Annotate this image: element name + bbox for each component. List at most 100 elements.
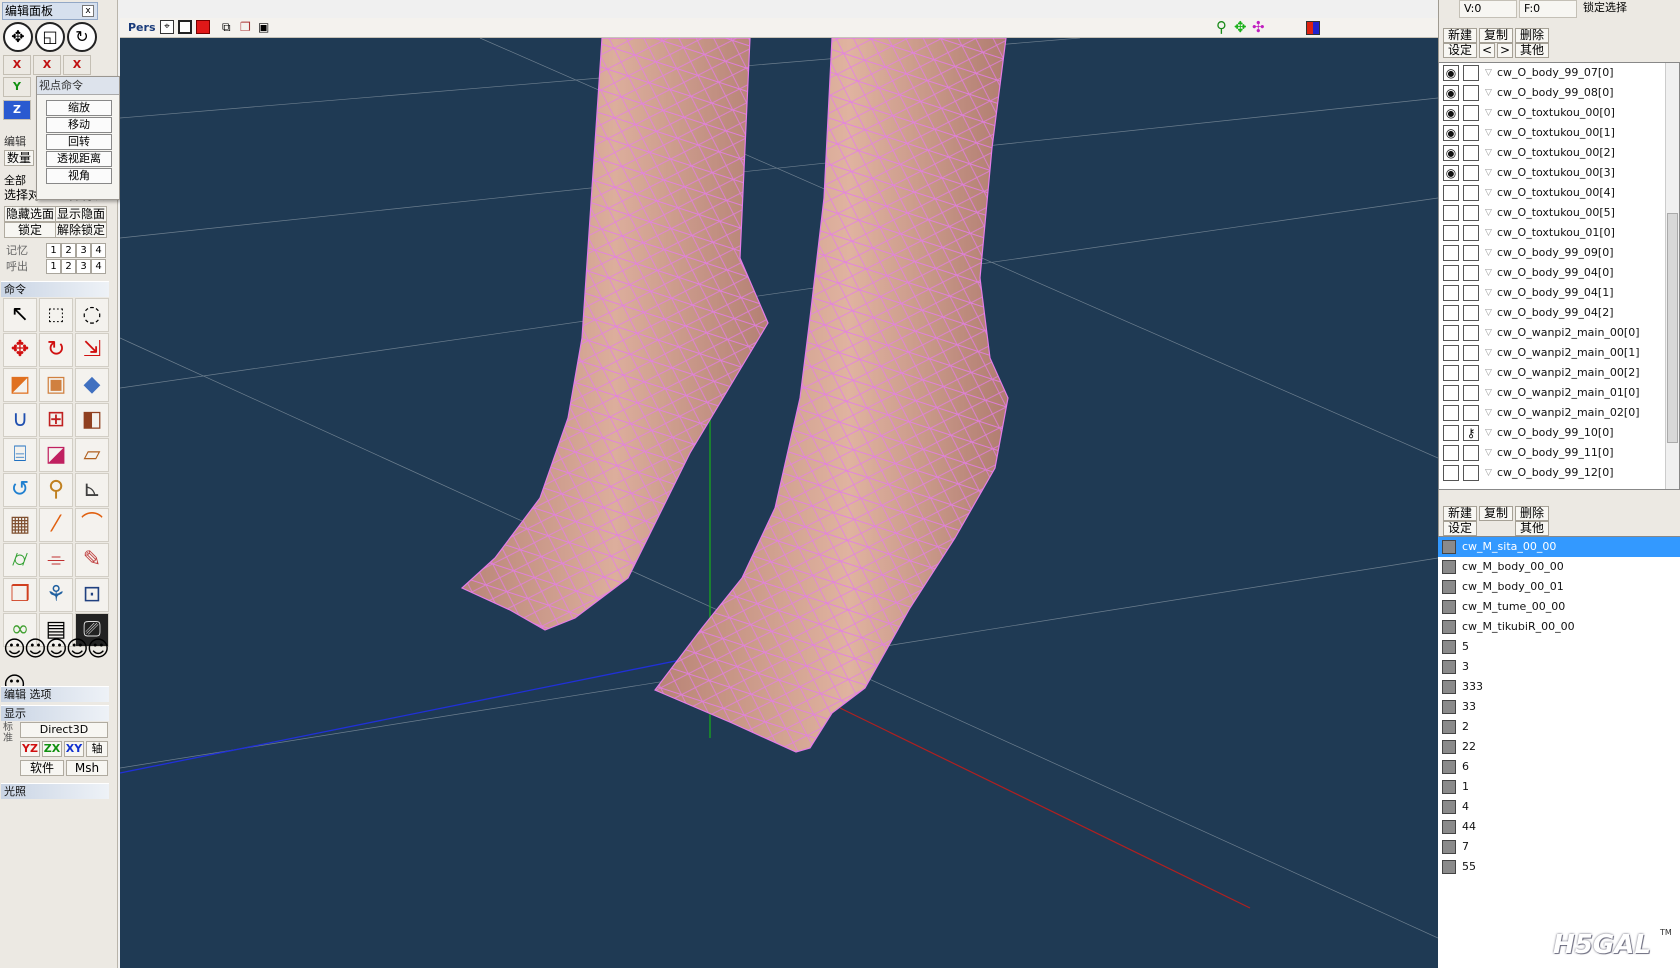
object-row[interactable]: ◉ ▽ cw_O_toxtukou_00[3] [1439, 163, 1679, 183]
object-row[interactable]: ◉ ▽ cw_O_body_99_08[0] [1439, 83, 1679, 103]
collapse-icon[interactable]: ▽ [1485, 223, 1492, 243]
collapse-icon[interactable]: ▽ [1485, 83, 1492, 103]
material-row[interactable]: 5 [1438, 637, 1680, 657]
visibility-checkbox[interactable] [1443, 245, 1459, 261]
object-row[interactable]: ▽ cw_O_body_99_04[2] [1439, 303, 1679, 323]
object-row[interactable]: ▽ cw_O_toxtukou_01[0] [1439, 223, 1679, 243]
face-tool-icon[interactable]: ◆ [75, 368, 109, 402]
object-row[interactable]: ▽ cw_O_wanpi2_main_02[0] [1439, 403, 1679, 423]
copy-view-icon[interactable]: ⧉ [222, 20, 236, 34]
material-row[interactable]: 55 [1438, 857, 1680, 877]
material-swatch[interactable] [1442, 580, 1456, 594]
object-prev-button[interactable]: < [1479, 43, 1495, 58]
recall-slot-1[interactable]: 1 [46, 259, 61, 274]
collapse-icon[interactable]: ▽ [1485, 283, 1492, 303]
material-row[interactable]: 44 [1438, 817, 1680, 837]
material-row[interactable]: cw_M_body_00_01 [1438, 577, 1680, 597]
object-row[interactable]: ◉ ▽ cw_O_body_99_07[0] [1439, 63, 1679, 83]
rotate-view-icon[interactable]: ↻ [67, 22, 97, 52]
material-row[interactable]: cw_M_tume_00_00 [1438, 597, 1680, 617]
material-swatch[interactable] [1442, 720, 1456, 734]
axis-z-lock[interactable]: Z [3, 100, 31, 120]
object-row[interactable]: ▽ cw_O_wanpi2_main_01[0] [1439, 383, 1679, 403]
object-list-scrollbar[interactable] [1665, 63, 1679, 489]
object-row[interactable]: ⚷ ▽ cw_O_body_99_10[0] [1439, 423, 1679, 443]
object-row[interactable]: ◉ ▽ cw_O_toxtukou_00[1] [1439, 123, 1679, 143]
lock-checkbox[interactable] [1463, 105, 1479, 121]
paint-tool-icon[interactable]: ✎ [75, 543, 109, 577]
move-view-button[interactable]: 移动 [46, 117, 112, 133]
lock-button[interactable]: 锁定 [4, 222, 56, 238]
axis-x-lock-1[interactable]: X [3, 55, 31, 75]
bucket-tool-icon[interactable]: ⌸ [3, 438, 37, 472]
plane-zx-button[interactable]: ZX [42, 741, 62, 757]
object-new-button[interactable]: 新建 [1443, 28, 1477, 43]
collapse-icon[interactable]: ▽ [1485, 423, 1492, 443]
collapse-icon[interactable]: ▽ [1485, 303, 1492, 323]
plane-tool-icon[interactable]: ▱ [75, 438, 109, 472]
lock-icon[interactable]: ⚷ [1463, 425, 1479, 441]
lock-checkbox[interactable] [1463, 365, 1479, 381]
unlock-button[interactable]: 解除锁定 [55, 222, 107, 238]
color-icon[interactable] [1306, 21, 1320, 35]
move-view-icon[interactable]: ✥ [3, 22, 33, 52]
memory-slot-4[interactable]: 4 [91, 243, 106, 258]
recall-slot-4[interactable]: 4 [91, 259, 106, 274]
material-row[interactable]: 7 [1438, 837, 1680, 857]
eye-icon[interactable]: ◉ [1443, 125, 1459, 141]
collapse-icon[interactable]: ▽ [1485, 243, 1492, 263]
material-row[interactable]: cw_M_sita_00_00 [1438, 537, 1680, 557]
lock-checkbox[interactable] [1463, 265, 1479, 281]
knife-tool-icon[interactable]: ◪ [39, 438, 73, 472]
object-row[interactable]: ▽ cw_O_wanpi2_main_00[2] [1439, 363, 1679, 383]
material-row[interactable]: cw_M_body_00_00 [1438, 557, 1680, 577]
collapse-icon[interactable]: ▽ [1485, 443, 1492, 463]
object-row[interactable]: ◉ ▽ cw_O_toxtukou_00[0] [1439, 103, 1679, 123]
renderer-select[interactable]: Direct3D [20, 722, 108, 738]
light-section-header[interactable]: 光照 [1, 783, 109, 799]
object-row[interactable]: ▽ cw_O_toxtukou_00[4] [1439, 183, 1679, 203]
magic-wand-icon[interactable]: ⚲ [39, 473, 73, 507]
morph-tool-icon[interactable]: ⚘ [39, 578, 73, 612]
material-swatch[interactable] [1442, 680, 1456, 694]
collapse-icon[interactable]: ▽ [1485, 123, 1492, 143]
object-row[interactable]: ▽ cw_O_toxtukou_00[5] [1439, 203, 1679, 223]
scrollbar-thumb[interactable] [1667, 213, 1678, 443]
rotate-tool-icon[interactable]: ↻ [39, 333, 73, 367]
collapse-icon[interactable]: ▽ [1485, 383, 1492, 403]
edit-options-header[interactable]: 编辑 选项 [1, 686, 109, 702]
lock-checkbox[interactable] [1463, 185, 1479, 201]
material-other-button[interactable]: 其他 [1515, 521, 1549, 536]
uv-tool-icon[interactable]: ❒ [3, 578, 37, 612]
collapse-icon[interactable]: ▽ [1485, 263, 1492, 283]
axis-x-lock-2[interactable]: X [33, 55, 61, 75]
material-swatch[interactable] [1442, 540, 1456, 554]
zoom-view-icon[interactable]: ◱ [35, 22, 65, 52]
plane-yz-button[interactable]: YZ [20, 741, 40, 757]
primitive-box-icon[interactable]: ▣ [39, 368, 73, 402]
3d-viewport[interactable] [120, 38, 1438, 968]
visibility-checkbox[interactable] [1443, 425, 1459, 441]
material-swatch[interactable] [1442, 760, 1456, 774]
sweep-tool-icon[interactable]: ⌯ [39, 543, 73, 577]
object-row[interactable]: ▽ cw_O_body_99_04[1] [1439, 283, 1679, 303]
software-render-button[interactable]: 软件 [20, 760, 64, 776]
visibility-checkbox[interactable] [1443, 465, 1459, 481]
memory-slot-3[interactable]: 3 [76, 243, 91, 258]
close-icon[interactable]: x [82, 5, 94, 17]
collapse-icon[interactable]: ▽ [1485, 143, 1492, 163]
eye-icon[interactable]: ◉ [1443, 145, 1459, 161]
object-row[interactable]: ▽ cw_O_body_99_11[0] [1439, 443, 1679, 463]
material-swatch[interactable] [1442, 860, 1456, 874]
lock-checkbox[interactable] [1463, 405, 1479, 421]
red-square-icon[interactable] [196, 20, 210, 34]
select-tool-icon[interactable]: ↖ [3, 298, 37, 332]
material-swatch[interactable] [1442, 640, 1456, 654]
lock-checkbox[interactable] [1463, 245, 1479, 261]
cylinder-tool-icon[interactable]: ⌭ [3, 543, 37, 577]
collapse-icon[interactable]: ▽ [1485, 163, 1492, 183]
material-copy-button[interactable]: 复制 [1479, 506, 1513, 521]
fit-view-icon[interactable]: ⌖ [160, 20, 174, 34]
object-next-button[interactable]: > [1497, 43, 1513, 58]
lock-select-label[interactable]: 锁定选择 [1579, 0, 1680, 18]
